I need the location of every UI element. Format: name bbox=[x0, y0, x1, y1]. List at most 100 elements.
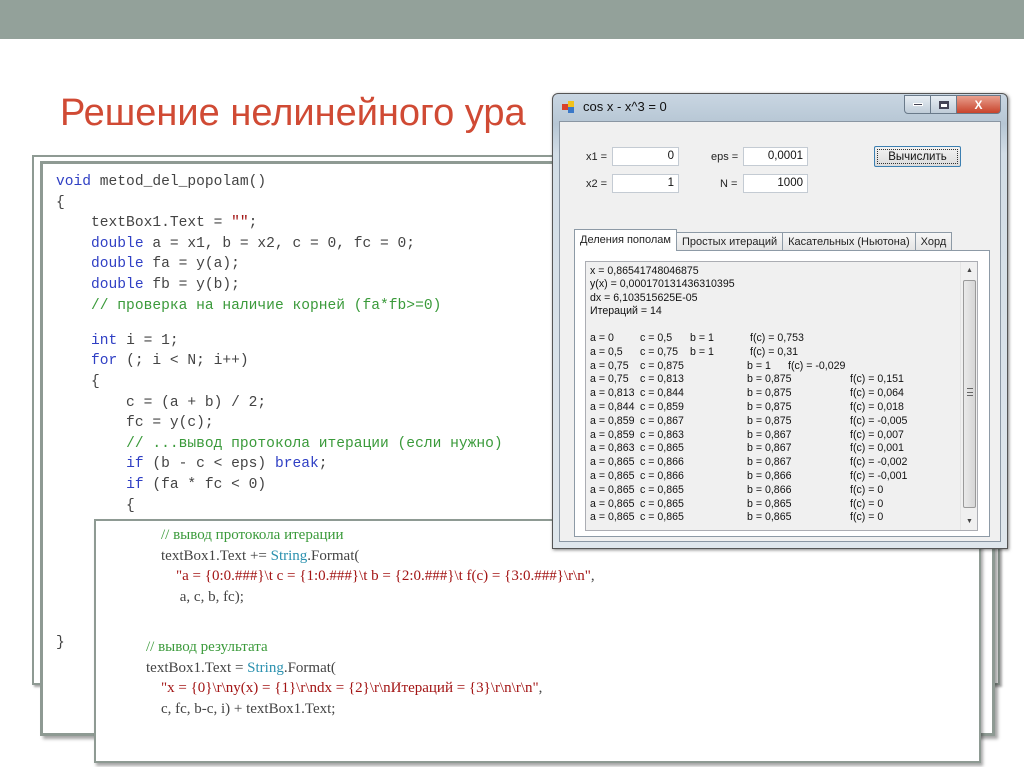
code-keyword: int bbox=[91, 332, 118, 349]
iteration-c-value: c = 0,75 bbox=[640, 345, 678, 358]
code-text: metod_del_popolam() bbox=[91, 174, 267, 190]
maximize-button[interactable] bbox=[931, 95, 957, 114]
x2-label: x2 = bbox=[586, 178, 608, 190]
iteration-b-value: b = 0,865 bbox=[747, 497, 792, 510]
method-tabs: Деления пополам Простых итераций Касател… bbox=[574, 229, 953, 251]
code-text: a, c, b, fc); bbox=[146, 588, 244, 605]
iteration-row: a = 0,75 c = 0,875 b = 1 f(c) = -0,029 bbox=[590, 359, 845, 374]
iteration-row: a = 0,863 c = 0,865 b = 0,867 f(c) = 0,001 bbox=[590, 442, 904, 456]
slide-title: Решение нелинейного ура bbox=[60, 92, 526, 134]
iteration-b-value: b = 0,866 bbox=[747, 469, 792, 482]
iteration-b-value: b = 0,866 bbox=[747, 483, 792, 496]
code-comment: // вывод результата bbox=[146, 639, 268, 655]
iteration-row: a = 0,844 c = 0,859 b = 0,875 f(c) = 0,018 bbox=[590, 400, 904, 415]
code-string: "" bbox=[231, 215, 249, 232]
code-keyword: double bbox=[91, 276, 144, 293]
iteration-f-value: f(c) = 0 bbox=[850, 497, 884, 510]
code-line: double a = x1, b = x2, c = 0, fc = 0; bbox=[56, 234, 503, 255]
scroll-grip-icon bbox=[967, 388, 973, 396]
code-comment: // ...вывод протокола итерации (если нуж… bbox=[126, 435, 503, 452]
iteration-b-value: b = 0,867 bbox=[747, 428, 792, 441]
iteration-b-value: b = 1 bbox=[690, 331, 714, 344]
minimize-button[interactable] bbox=[904, 95, 931, 114]
code-line: for (; i < N; i++) bbox=[56, 351, 503, 372]
tab-simple-iterations[interactable]: Простых итераций bbox=[675, 232, 784, 251]
iteration-b-value: b = 0,867 bbox=[747, 456, 792, 469]
code-line: { bbox=[56, 372, 503, 393]
code-text: ; bbox=[248, 215, 258, 232]
iteration-c-value: c = 0,813 bbox=[640, 373, 684, 386]
iteration-a-value: a = 0,859 bbox=[590, 414, 635, 427]
iteration-a-value: a = 0,865 bbox=[590, 469, 635, 482]
x2-input[interactable]: 1 bbox=[612, 174, 679, 193]
code-line: { bbox=[56, 193, 503, 214]
code-line: c, fc, b-c, i) + textBox1.Text; bbox=[146, 699, 595, 720]
window-titlebar[interactable]: cos x - x^3 = 0 X bbox=[553, 94, 1007, 120]
code-text: a = x1, b = x2, c = 0, fc = 0; bbox=[143, 235, 416, 252]
iteration-f-value: f(c) = 0 bbox=[850, 511, 884, 524]
code-text: , bbox=[590, 568, 595, 584]
iteration-c-value: c = 0,863 bbox=[640, 428, 684, 441]
calculate-button[interactable]: Вычислить bbox=[874, 146, 961, 167]
iteration-f-value: f(c) = -0,029 bbox=[788, 359, 846, 372]
iteration-c-value: c = 0,865 bbox=[640, 511, 684, 524]
x1-label: x1 = bbox=[586, 151, 608, 163]
iteration-row: a = 0,859 c = 0,863 b = 0,867 f(c) = 0,007 bbox=[590, 428, 904, 443]
code-line: "a = {0:0.###}\t c = {1:0.###}\t b = {2:… bbox=[146, 566, 595, 587]
iteration-row: a = 0,865 c = 0,866 b = 0,866 f(c) = -0,001 bbox=[590, 469, 907, 484]
eps-input[interactable]: 0,0001 bbox=[743, 147, 808, 166]
scroll-down-icon: ▼ bbox=[966, 518, 973, 525]
tab-chord[interactable]: Хорд bbox=[914, 232, 953, 251]
code-text: , bbox=[538, 680, 543, 696]
iteration-a-value: a = 0,75 bbox=[590, 373, 629, 386]
code-keyword: break bbox=[274, 456, 319, 473]
iteration-c-value: c = 0,865 bbox=[640, 497, 684, 510]
code-line: a, c, b, fc); bbox=[146, 587, 595, 608]
iteration-b-value: b = 0,865 bbox=[747, 511, 792, 524]
code-line: textBox1.Text += String.Format( bbox=[146, 546, 595, 567]
iteration-row: a = 0,859 c = 0,867 b = 0,875 f(c) = -0,005 bbox=[590, 414, 907, 429]
scroll-thumb[interactable] bbox=[963, 280, 976, 508]
x1-input[interactable]: 0 bbox=[612, 147, 679, 166]
result-line: dx = 6,103515625E-05 bbox=[590, 291, 698, 304]
iteration-row: a = 0,75 c = 0,813 b = 0,875 f(c) = 0,151 bbox=[590, 373, 904, 387]
tab-newton[interactable]: Касательных (Ньютона) bbox=[782, 232, 916, 251]
code-text: .Format( bbox=[307, 547, 360, 564]
scroll-up-button[interactable]: ▲ bbox=[961, 262, 977, 279]
scroll-up-icon: ▲ bbox=[966, 267, 973, 274]
code-text: c, fc, b-c, i) + textBox1.Text; bbox=[146, 700, 336, 717]
code-line: // проверка на наличие корней (fa*fb>=0) bbox=[56, 296, 503, 317]
code-text: (fa * fc < 0) bbox=[143, 476, 267, 493]
iteration-c-value: c = 0,859 bbox=[640, 400, 684, 413]
iteration-b-value: b = 1 bbox=[690, 345, 714, 358]
code-text: fb = y(b); bbox=[143, 276, 240, 293]
iteration-c-value: c = 0,875 bbox=[640, 359, 684, 372]
output-textbox[interactable]: x = 0,86541748046875 y(x) = 0,00017013143… bbox=[585, 261, 978, 531]
iteration-c-value: c = 0,865 bbox=[640, 442, 684, 455]
iteration-a-value: a = 0,865 bbox=[590, 483, 635, 496]
iteration-f-value: f(c) = -0,005 bbox=[850, 414, 908, 427]
code-text: (b - c < eps) bbox=[143, 456, 275, 473]
code-type: String bbox=[270, 547, 308, 564]
iteration-row: a = 0,813 c = 0,844 b = 0,875 f(c) = 0,064 bbox=[590, 387, 904, 401]
result-line: y(x) = 0,000170131436310395 bbox=[590, 278, 735, 291]
code-line: "x = {0}\r\ny(x) = {1}\r\ndx = {2}\r\nИт… bbox=[146, 678, 595, 699]
tab-bisection[interactable]: Деления пополам bbox=[574, 229, 677, 251]
output-scrollbar[interactable]: ▲ ▼ bbox=[960, 262, 977, 530]
tab-page-bisection: x = 0,86541748046875 y(x) = 0,00017013143… bbox=[574, 250, 990, 537]
scroll-down-button[interactable]: ▼ bbox=[961, 513, 977, 530]
code-keyword: for bbox=[91, 353, 118, 370]
iteration-a-value: a = 0,865 bbox=[590, 497, 635, 510]
n-input[interactable]: 1000 bbox=[743, 174, 808, 193]
close-button[interactable]: X bbox=[957, 95, 1001, 114]
code-text: textBox1.Text = bbox=[56, 215, 232, 232]
iteration-a-value: a = 0,863 bbox=[590, 442, 635, 455]
iteration-a-value: a = 0,865 bbox=[590, 456, 635, 469]
code-text: ; bbox=[318, 456, 328, 473]
code-text: textBox1.Text = bbox=[146, 659, 248, 676]
